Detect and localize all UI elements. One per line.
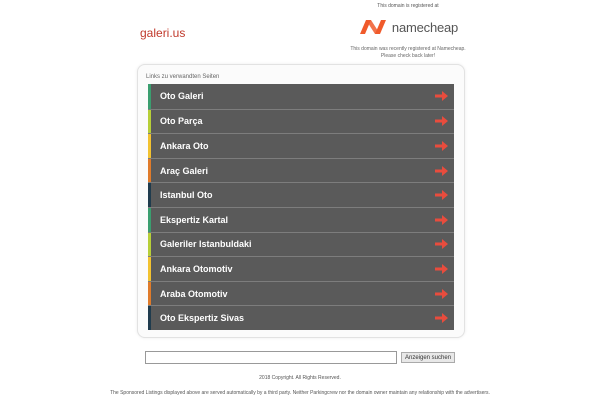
link-accent-stripe [148, 207, 151, 232]
related-link-item[interactable]: Oto Galeri [148, 84, 454, 109]
arrow-right-icon [435, 140, 448, 151]
related-link-item[interactable]: Oto Ekspertiz Sivas [148, 305, 454, 330]
related-link-label: Ankara Otomotiv [160, 263, 233, 274]
related-link-label: Ekspertiz Kartal [160, 214, 229, 225]
link-accent-stripe [148, 281, 151, 306]
registrar-desc-line1: This domain was recently registered at N… [350, 46, 466, 52]
search-bar: Anzeigen suchen [145, 351, 456, 364]
registrar-box: This domain is registered at namecheap T… [320, 3, 496, 60]
link-accent-stripe [148, 306, 151, 330]
registrar-description: This domain was recently registered at N… [320, 46, 496, 60]
arrow-right-icon [435, 313, 448, 324]
arrow-right-icon [435, 91, 448, 102]
namecheap-wordmark: namecheap [391, 19, 459, 35]
link-accent-stripe [148, 158, 151, 183]
related-link-label: Oto Galeri [160, 91, 204, 102]
search-button[interactable]: Anzeigen suchen [401, 352, 456, 363]
related-link-label: Araç Galeri [160, 165, 209, 176]
registrar-desc-line2: Please check back later! [380, 53, 436, 59]
related-link-item[interactable]: Ankara Oto [148, 133, 454, 158]
arrow-right-icon [435, 214, 448, 225]
related-link-item[interactable]: Ekspertiz Kartal [148, 206, 454, 232]
link-accent-stripe [148, 109, 151, 134]
link-accent-stripe [148, 232, 151, 257]
arrow-right-icon [435, 263, 448, 274]
related-link-label: Galeriler Istanbuldaki [160, 239, 252, 250]
link-accent-stripe [148, 84, 151, 109]
arrow-right-icon [435, 190, 448, 201]
namecheap-logo[interactable]: namecheap [320, 17, 496, 37]
link-accent-stripe [148, 134, 151, 158]
related-link-label: Istanbul Oto [160, 190, 213, 201]
related-link-label: Oto Parça [160, 116, 203, 127]
related-link-item[interactable]: Araç Galeri [148, 157, 454, 183]
namecheap-logo-icon [359, 20, 386, 34]
arrow-right-icon [435, 116, 448, 127]
link-accent-stripe [148, 257, 151, 281]
related-link-item[interactable]: Istanbul Oto [148, 182, 454, 207]
related-link-item[interactable]: Araba Otomotiv [148, 280, 454, 306]
copyright-text: 2018 Copyright. All Rights Reserved. [259, 375, 341, 381]
related-link-label: Ankara Oto [160, 140, 209, 151]
registrar-note: This domain is registered at [377, 3, 439, 9]
arrow-right-icon [435, 288, 448, 299]
site-title: galeri.us [140, 26, 186, 40]
related-link-label: Araba Otomotiv [160, 288, 228, 299]
related-links-heading: Links zu verwandten Seiten [146, 74, 220, 80]
disclaimer-text: The Sponsored Listings displayed above a… [110, 390, 490, 396]
related-link-label: Oto Ekspertiz Sivas [160, 313, 245, 324]
related-links-list: Oto Galeri Oto Parça Ankara Oto Araç Galeri… [148, 84, 454, 330]
related-link-item[interactable]: Ankara Otomotiv [148, 256, 454, 281]
search-input[interactable] [145, 351, 397, 364]
related-links-panel: Links zu verwandten Seiten Oto Galeri Oto… [137, 64, 465, 338]
related-link-item[interactable]: Galeriler Istanbuldaki [148, 231, 454, 257]
arrow-right-icon [435, 239, 448, 250]
link-accent-stripe [148, 183, 151, 207]
arrow-right-icon [435, 165, 448, 176]
related-link-item[interactable]: Oto Parça [148, 108, 454, 134]
